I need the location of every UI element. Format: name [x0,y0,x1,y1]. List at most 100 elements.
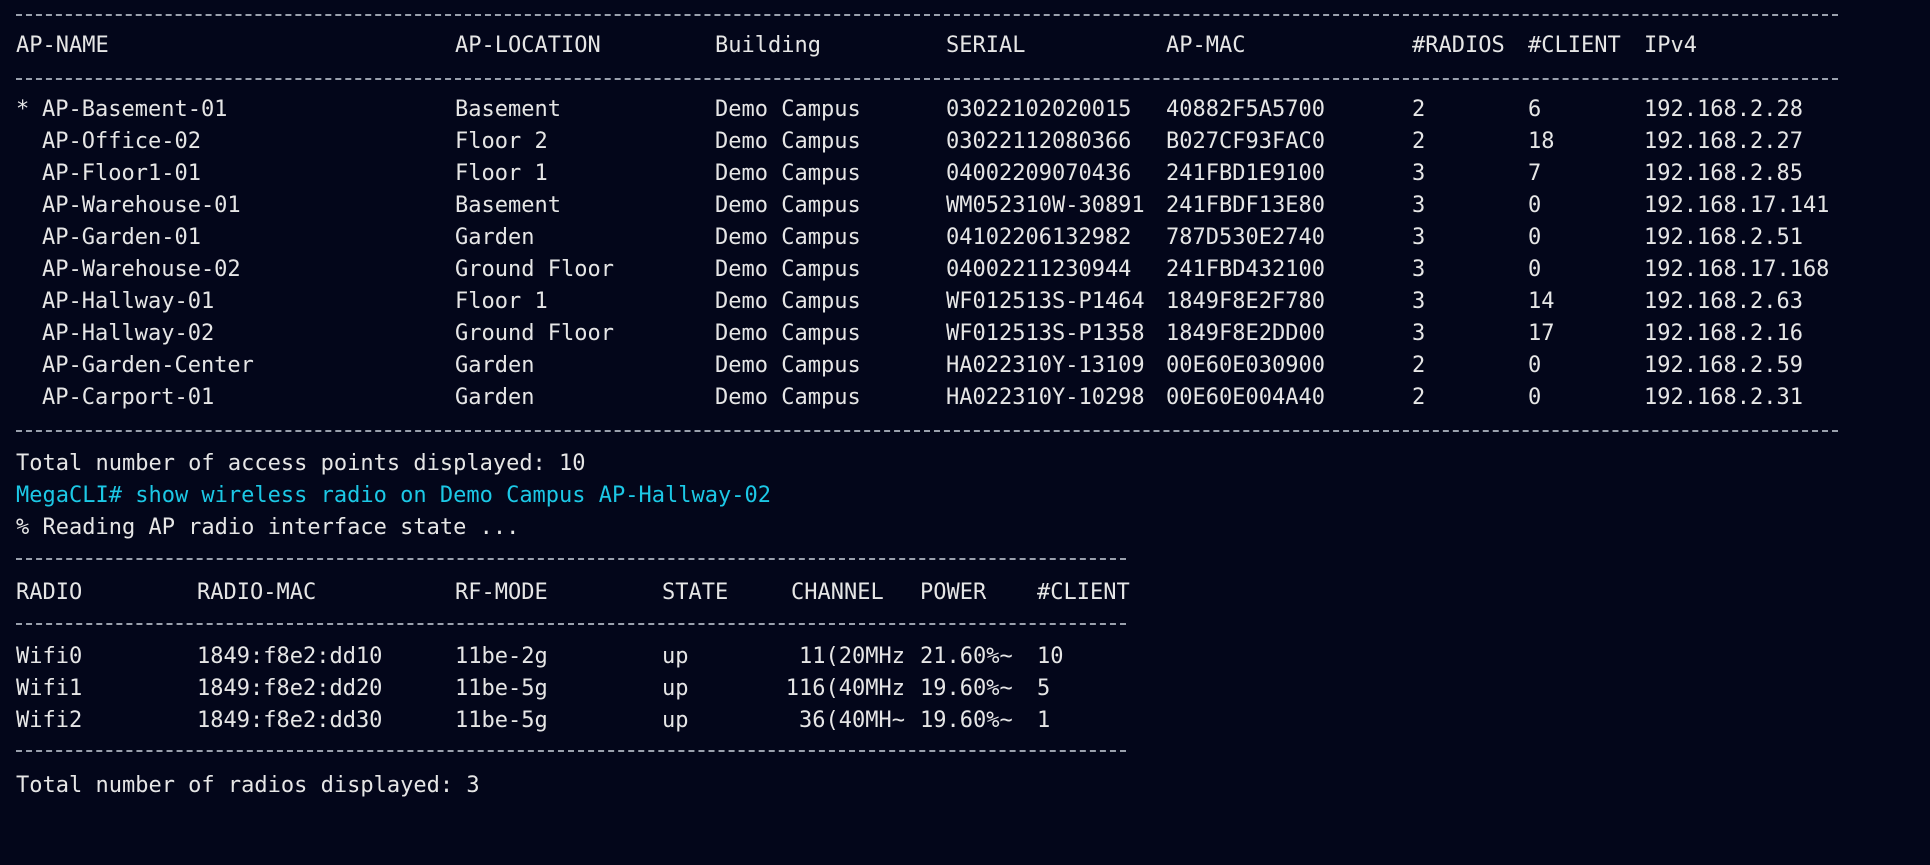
table-row: AP-Warehouse-02 Ground Floor Demo Campus 04… [16,254,1930,286]
cell-serial: 03022112080366 [946,129,1132,154]
cell-radios: 3 [1412,257,1426,282]
cell-radio: Wifi0 [16,644,83,669]
cell-ap-name: AP-Office-02 [42,129,201,154]
radio-total-line: Total number of radios displayed: 3 [16,773,480,798]
column-header-radio-mac: RADIO-MAC [197,580,317,605]
cell-radio-mac: 1849:f8e2:dd10 [197,644,383,669]
cell-ap-mac: 1849F8E2F780 [1166,289,1325,314]
cell-building: Demo Campus [715,321,861,346]
cell-ap-mac: 241FBD432100 [1166,257,1325,282]
table-row: Wifi1 1849:f8e2:dd20 11be-5g up 116(40MHz 19.… [16,673,1930,705]
cell-radio: Wifi1 [16,676,83,701]
cell-ap-mac: B027CF93FAC0 [1166,129,1325,154]
cell-ipv4: 192.168.2.51 [1644,225,1803,250]
cell-ipv4: 192.168.17.141 [1644,193,1830,218]
cli-prompt-line: MegaCLI# show wireless radio on Demo Cam… [16,483,771,508]
cell-ap-mac: 00E60E004A40 [1166,385,1325,410]
cell-ap-mac: 241FBD1E9100 [1166,161,1325,186]
column-header-ap-name: AP-NAME [16,33,109,58]
status-line: % Reading AP radio interface state ... [16,515,520,540]
cell-client: 1 [1037,708,1051,733]
cell-building: Demo Campus [715,289,861,314]
cell-serial: WF012513S-P1358 [946,321,1145,346]
cell-serial: HA022310Y-10298 [946,385,1145,410]
cell-radios: 3 [1412,225,1426,250]
ap-total-line: Total number of access points displayed:… [16,451,586,476]
column-header-client: #CLIENT [1037,580,1130,605]
cell-ap-name: AP-Warehouse-01 [42,193,241,218]
cell-serial: 03022102020015 [946,97,1132,122]
cell-client: 17 [1528,321,1555,346]
table-separator [16,430,1838,432]
cell-radios: 3 [1412,193,1426,218]
cell-client: 0 [1528,225,1542,250]
cell-ap-mac: 00E60E030900 [1166,353,1325,378]
cell-state: up [662,676,689,701]
cell-ap-location: Ground Floor [455,321,614,346]
cell-building: Demo Campus [715,129,861,154]
cell-client: 7 [1528,161,1542,186]
terminal-window[interactable]: AP-NAME AP-LOCATION Building SERIAL AP-M… [0,0,1930,815]
column-header-rf-mode: RF-MODE [455,580,548,605]
cell-ap-name: AP-Carport-01 [42,385,215,410]
cell-ipv4: 192.168.2.31 [1644,385,1803,410]
cell-radios: 2 [1412,353,1426,378]
cell-ap-mac: 40882F5A5700 [1166,97,1325,122]
cell-building: Demo Campus [715,193,861,218]
cell-radio-mac: 1849:f8e2:dd20 [197,676,383,701]
cell-rf-mode: 11be-2g [455,644,548,669]
cell-ap-location: Ground Floor [455,257,614,282]
cell-state: up [662,708,689,733]
cell-serial: WF012513S-P1464 [946,289,1145,314]
cell-ap-name: AP-Garden-01 [42,225,201,250]
cell-radios: 2 [1412,129,1426,154]
cell-ipv4: 192.168.2.63 [1644,289,1803,314]
cell-power: 21.60%~ [920,644,1013,669]
table-row: AP-Hallway-02 Ground Floor Demo Campus WF01… [16,318,1930,350]
table-separator [16,78,1838,80]
cell-client: 6 [1528,97,1542,122]
cell-radios: 2 [1412,97,1426,122]
cell-ipv4: 192.168.2.16 [1644,321,1803,346]
cell-serial: WM052310W-30891 [946,193,1145,218]
cell-client: 10 [1037,644,1064,669]
radio-table-header: RADIO RADIO-MAC RF-MODE STATE CHANNEL PO… [16,577,1930,609]
cell-client: 18 [1528,129,1555,154]
table-separator [16,750,1126,752]
cell-client: 5 [1037,676,1051,701]
cell-ipv4: 192.168.2.85 [1644,161,1803,186]
cell-ipv4: 192.168.2.28 [1644,97,1803,122]
cell-ap-location: Floor 1 [455,161,548,186]
cell-building: Demo Campus [715,385,861,410]
cell-ap-location: Floor 1 [455,289,548,314]
cell-serial: HA022310Y-13109 [946,353,1145,378]
cell-channel: 116(40MHz [785,676,905,701]
cell-radio-mac: 1849:f8e2:dd30 [197,708,383,733]
cell-radios: 3 [1412,321,1426,346]
table-separator [16,14,1838,16]
cell-client: 0 [1528,257,1542,282]
cell-ap-mac: 1849F8E2DD00 [1166,321,1325,346]
cell-client: 0 [1528,385,1542,410]
table-row: * AP-Basement-01 Basement Demo Campus 030221… [16,94,1930,126]
cell-ap-name: AP-Hallway-02 [42,321,215,346]
cell-building: Demo Campus [715,225,861,250]
cell-building: Demo Campus [715,97,861,122]
column-header-client: #CLIENT [1528,33,1621,58]
table-row: Wifi0 1849:f8e2:dd10 11be-2g up 11(20MHz 21.6… [16,641,1930,673]
cell-client: 0 [1528,353,1542,378]
cell-ap-location: Floor 2 [455,129,548,154]
cell-ipv4: 192.168.2.59 [1644,353,1803,378]
cell-ap-mac: 241FBDF13E80 [1166,193,1325,218]
column-header-ap-location: AP-LOCATION [455,33,601,58]
ap-table-header: AP-NAME AP-LOCATION Building SERIAL AP-M… [16,30,1930,62]
cell-ap-location: Garden [455,385,535,410]
cell-radio: Wifi2 [16,708,83,733]
table-row: AP-Warehouse-01 Basement Demo Campus WM0523… [16,190,1930,222]
cell-serial: 04002211230944 [946,257,1132,282]
cell-client: 14 [1528,289,1555,314]
cell-building: Demo Campus [715,353,861,378]
cell-channel: 11(20MHz [799,644,905,669]
cell-channel: 36(40MH~ [799,708,905,733]
cell-radios: 3 [1412,161,1426,186]
